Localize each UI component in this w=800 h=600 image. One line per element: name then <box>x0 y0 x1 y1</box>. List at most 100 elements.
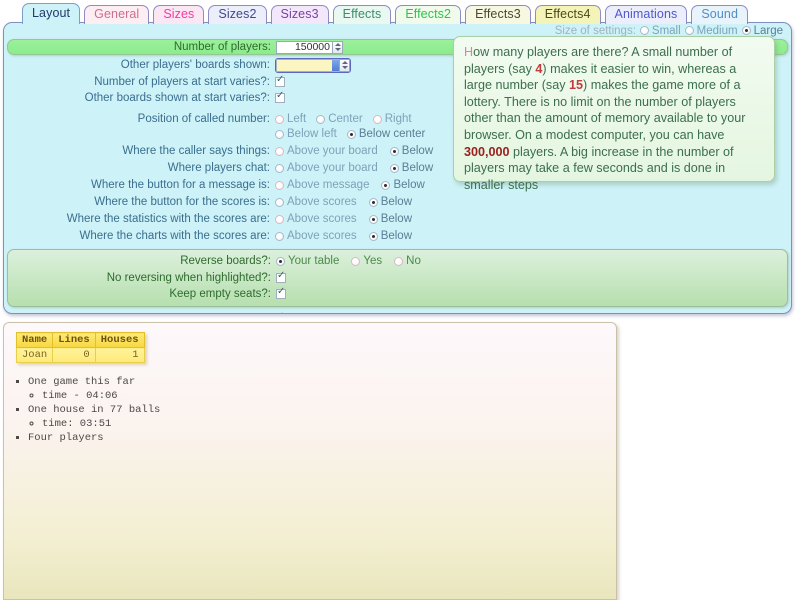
radio-statistics-below[interactable] <box>368 214 378 224</box>
row-no-reversing-when-highlighted: No reversing when highlighted?: <box>8 270 787 285</box>
score-col-lines[interactable]: Lines <box>52 332 96 348</box>
message-option-below[interactable]: Below <box>381 179 425 191</box>
tab-sizes2[interactable]: Sizes2 <box>208 5 267 24</box>
score-col-name[interactable]: Name <box>15 332 54 348</box>
tab-effects[interactable]: Effects <box>332 5 392 24</box>
radio-charts-below[interactable] <box>368 231 378 241</box>
row-see-more-options-on-first-screen: See more options on first screen?: <box>7 311 788 313</box>
caller-option-below[interactable]: Below <box>389 145 433 157</box>
radio-reverse-no[interactable] <box>394 256 404 266</box>
number-of-players-arrows[interactable] <box>332 40 343 54</box>
tab-layout[interactable]: Layout <box>22 3 81 24</box>
tab-animations[interactable]: Animations <box>604 5 688 24</box>
number-of-players-stepper[interactable] <box>276 40 343 54</box>
radio-message-above[interactable] <box>275 180 284 190</box>
message-button-control[interactable]: Above message Below <box>275 179 425 191</box>
radio-medium[interactable] <box>684 26 694 35</box>
radio-right[interactable] <box>372 114 382 124</box>
option-left-label: Left <box>287 113 307 125</box>
other-players-boards-shown-arrows[interactable] <box>339 58 350 72</box>
tab-sound[interactable]: Sound <box>691 5 749 24</box>
option-right[interactable]: Right <box>372 113 412 125</box>
reverse-option-your-table[interactable]: Your table <box>276 255 339 267</box>
help-max-players: 300,000 <box>464 144 510 159</box>
chat-option-below[interactable]: Below <box>389 162 433 174</box>
radio-scores-button-above[interactable] <box>275 197 284 207</box>
number-of-players-control[interactable] <box>276 40 343 54</box>
radio-below-left[interactable] <box>275 129 284 139</box>
chat-option-above[interactable]: Above your board <box>275 162 378 174</box>
checkbox-keep-empty-seats[interactable] <box>276 286 286 299</box>
option-center[interactable]: Center <box>316 113 363 125</box>
radio-caller-above[interactable] <box>275 146 284 156</box>
option-below-left[interactable]: Below left <box>275 128 337 140</box>
message-option-above[interactable]: Above message <box>275 179 369 191</box>
radio-reverse-yes[interactable] <box>351 256 361 266</box>
charts-option-above[interactable]: Above scores <box>275 230 357 242</box>
size-option-medium[interactable]: Medium <box>684 25 738 37</box>
radio-statistics-above[interactable] <box>275 214 284 224</box>
reverse-option-no[interactable]: No <box>394 255 421 267</box>
game-panel: Name Lines Houses Joan 0 1 One game this… <box>3 322 617 600</box>
where-players-chat-control[interactable]: Above your board Below <box>275 162 433 174</box>
radio-large[interactable] <box>741 26 751 35</box>
radio-below-center[interactable] <box>346 129 356 139</box>
number-of-players-at-start-varies-label: Number of players at start varies?: <box>94 76 270 88</box>
statistics-option-below[interactable]: Below <box>368 213 412 225</box>
where-the-caller-says-things-control[interactable]: Above your board Below <box>275 145 433 157</box>
charts-option-below[interactable]: Below <box>368 230 412 242</box>
select-scroll-handle[interactable] <box>332 58 339 72</box>
other-players-boards-shown-value[interactable] <box>276 58 332 72</box>
size-option-large[interactable]: Large <box>741 25 783 37</box>
reverse-boards-control[interactable]: Your table Yes No <box>276 255 421 267</box>
radio-left[interactable] <box>275 114 284 124</box>
radio-chat-above[interactable] <box>275 163 284 173</box>
checkbox-no-reversing-when-highlighted[interactable] <box>276 270 286 283</box>
option-left[interactable]: Left <box>275 113 306 125</box>
tab-effects3[interactable]: Effects3 <box>465 5 531 24</box>
score-col-houses[interactable]: Houses <box>94 332 145 348</box>
radio-center[interactable] <box>316 114 326 124</box>
position-of-called-number-label: Position of called number: <box>137 113 270 125</box>
radio-charts-above[interactable] <box>275 231 284 241</box>
radio-scores-button-below[interactable] <box>368 197 378 207</box>
position-of-called-number-control-2[interactable]: Below left Below center <box>275 128 425 140</box>
radio-small[interactable] <box>639 26 649 35</box>
radio-message-below[interactable] <box>381 180 391 190</box>
list-item: One game this far time - 04:06 <box>28 375 160 403</box>
no-reversing-when-highlighted-control[interactable] <box>276 270 286 283</box>
reverse-option-yes-label: Yes <box>363 255 383 267</box>
tab-effects4[interactable]: Effects4 <box>534 5 601 24</box>
position-of-called-number-control[interactable]: Left Center Right <box>275 113 412 125</box>
chat-option-above-label: Above your board <box>287 162 378 174</box>
reverse-option-your-table-label: Your table <box>288 255 340 267</box>
list-item: time - 04:06 <box>42 389 160 403</box>
tab-effects2[interactable]: Effects2 <box>395 5 462 24</box>
number-of-players-at-start-varies-control[interactable] <box>275 74 285 87</box>
tab-sizes[interactable]: Sizes <box>153 5 205 24</box>
radio-caller-below[interactable] <box>389 146 399 156</box>
statistics-control[interactable]: Above scores Below <box>275 213 412 225</box>
where-the-button-for-a-message-is-label: Where the button for a message is: <box>91 179 270 191</box>
checkbox-other-boards-shown-at-start-varies[interactable] <box>275 90 285 103</box>
radio-chat-below[interactable] <box>389 163 399 173</box>
other-players-boards-shown-select[interactable] <box>275 57 351 73</box>
size-option-small[interactable]: Small <box>639 25 681 37</box>
number-of-players-input[interactable] <box>276 40 332 54</box>
option-below-center[interactable]: Below center <box>346 128 425 140</box>
statistics-option-above[interactable]: Above scores <box>275 213 357 225</box>
other-boards-shown-at-start-varies-control[interactable] <box>275 90 285 103</box>
charts-control[interactable]: Above scores Below <box>275 230 412 242</box>
other-players-boards-shown-control[interactable] <box>275 57 351 73</box>
scores-button-option-below[interactable]: Below <box>368 196 412 208</box>
list-item: time: 03:51 <box>42 417 160 431</box>
checkbox-number-of-players-at-start-varies[interactable] <box>275 74 285 87</box>
caller-option-above[interactable]: Above your board <box>275 145 378 157</box>
tab-sizes3[interactable]: Sizes3 <box>270 5 329 24</box>
scores-button-option-above[interactable]: Above scores <box>275 196 357 208</box>
radio-your-table[interactable] <box>276 256 285 266</box>
scores-button-control[interactable]: Above scores Below <box>275 196 412 208</box>
tab-general[interactable]: General <box>84 5 150 24</box>
reverse-option-yes[interactable]: Yes <box>351 255 382 267</box>
keep-empty-seats-control[interactable] <box>276 286 286 299</box>
